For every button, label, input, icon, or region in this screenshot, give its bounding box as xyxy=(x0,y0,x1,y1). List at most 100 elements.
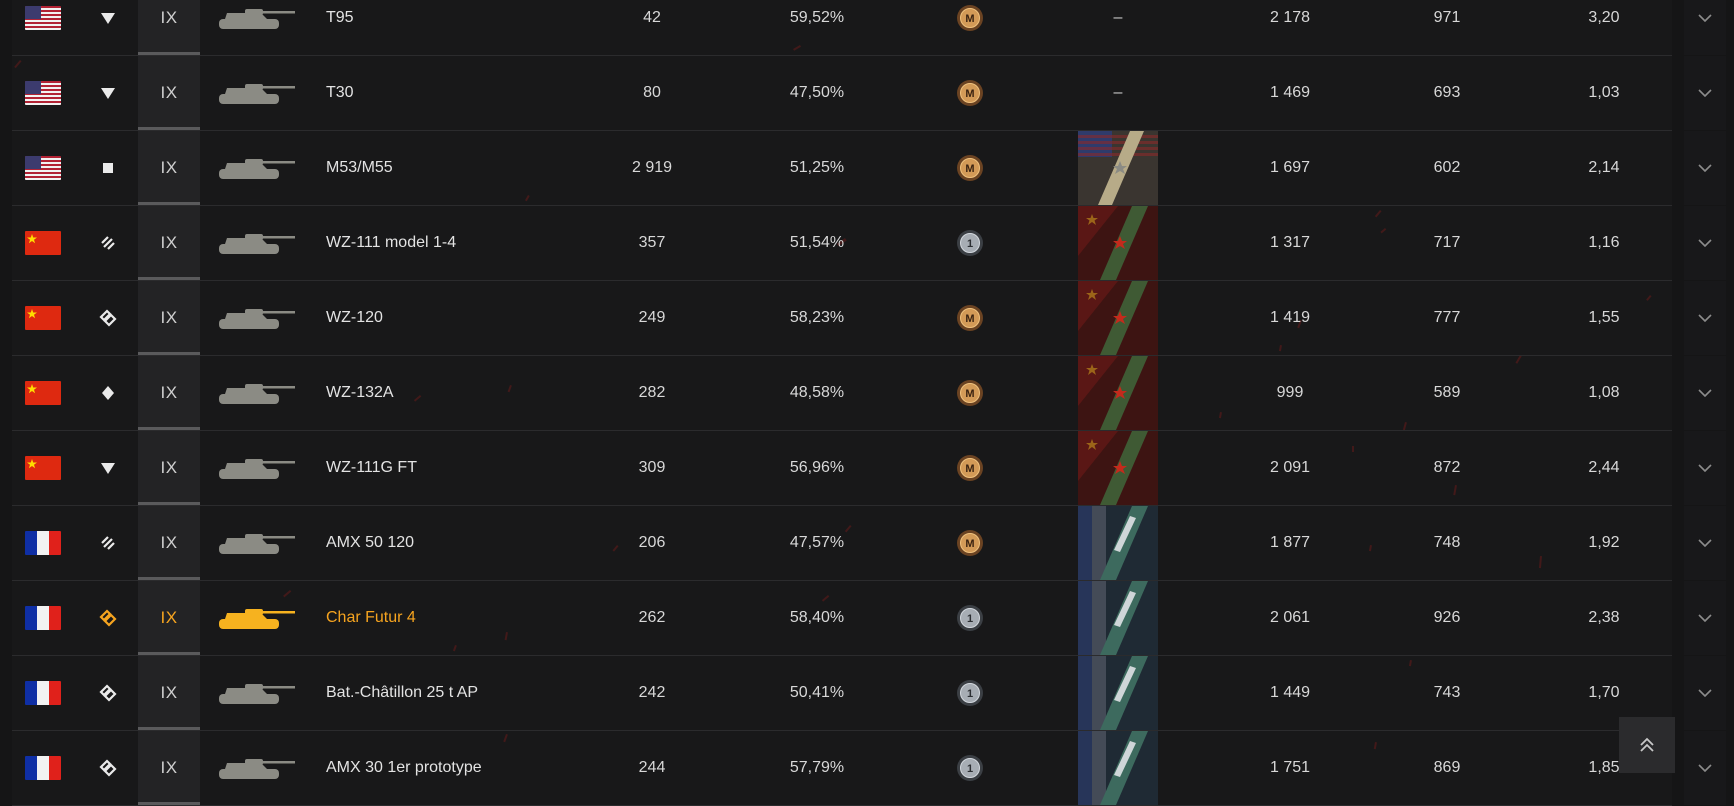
china-marks-of-excellence xyxy=(1078,281,1158,355)
average-xp: 717 xyxy=(1433,234,1461,251)
kill-death-ratio: 2,44 xyxy=(1588,459,1620,476)
medium-tank-icon xyxy=(96,731,120,805)
win-rate: 58,40% xyxy=(789,609,845,626)
tier-label: IX xyxy=(138,656,200,730)
china-flag-icon xyxy=(25,306,61,330)
heavy-tank-icon xyxy=(96,56,120,130)
vehicle-name: WZ-132A xyxy=(326,384,394,401)
tier-label: IX xyxy=(138,131,200,205)
vehicle-stats-table: IX T95 42 59,52% M – 2 178 971 3,20 IX T30 80 47,50%… xyxy=(12,0,1726,806)
tank-silhouette-icon xyxy=(217,731,307,805)
win-rate: 51,54% xyxy=(789,234,845,251)
svg-text:M: M xyxy=(965,163,974,175)
kill-death-ratio: 1,03 xyxy=(1588,84,1620,101)
kill-death-ratio: 2,38 xyxy=(1588,609,1620,626)
tank-silhouette-icon xyxy=(217,506,307,580)
expand-row-button[interactable] xyxy=(1684,506,1726,580)
vehicle-name: T95 xyxy=(326,9,354,26)
svg-text:M: M xyxy=(965,88,974,100)
expand-row-button[interactable] xyxy=(1684,356,1726,430)
france-flag-icon xyxy=(25,531,61,555)
france-flag-icon xyxy=(25,606,61,630)
kill-death-ratio: 1,92 xyxy=(1588,534,1620,551)
mastery-badge-1-icon: 1 xyxy=(950,731,990,805)
scroll-to-top-button[interactable] xyxy=(1619,717,1675,773)
kill-death-ratio: 2,14 xyxy=(1588,159,1620,176)
china-marks-of-excellence xyxy=(1078,206,1158,280)
france-marks-of-excellence xyxy=(1078,506,1158,580)
tier-label: IX xyxy=(138,0,200,55)
win-rate: 58,23% xyxy=(789,309,845,326)
vehicle-row[interactable]: IX WZ-132A 282 48,58% M 999 589 1,08 xyxy=(12,356,1726,431)
win-rate: 47,57% xyxy=(789,534,845,551)
expand-row-button[interactable] xyxy=(1684,206,1726,280)
mastery-badge-m-icon: M xyxy=(950,56,990,130)
china-marks-of-excellence xyxy=(1078,356,1158,430)
expand-row-button[interactable] xyxy=(1684,56,1726,130)
vehicle-name: Bat.-Châtillon 25 t AP xyxy=(326,684,479,701)
tank-silhouette-icon xyxy=(217,131,307,205)
vehicle-name: AMX 30 1er prototype xyxy=(326,759,482,776)
expand-row-button[interactable] xyxy=(1684,581,1726,655)
expand-row-button[interactable] xyxy=(1684,431,1726,505)
svg-text:1: 1 xyxy=(967,763,973,775)
tier-label: IX xyxy=(138,206,200,280)
kill-death-ratio: 1,08 xyxy=(1588,384,1620,401)
vehicle-name: WZ-111G FT xyxy=(326,459,417,476)
svg-text:M: M xyxy=(965,463,974,475)
battles-count: 242 xyxy=(638,684,666,701)
average-damage: 1 419 xyxy=(1269,309,1311,326)
vehicle-row[interactable]: IX Bat.-Châtillon 25 t AP 242 50,41% 1 1 449 7… xyxy=(12,656,1726,731)
france-flag-icon xyxy=(25,681,61,705)
vehicle-row[interactable]: IX AMX 50 120 206 47,57% M 1 877 748 1,92 xyxy=(12,506,1726,581)
battles-count: 206 xyxy=(638,534,666,551)
tier-label: IX xyxy=(138,431,200,505)
artillery-icon xyxy=(96,131,120,205)
vehicle-row[interactable]: IX T95 42 59,52% M – 2 178 971 3,20 xyxy=(12,0,1726,56)
tank-silhouette-icon xyxy=(217,281,307,355)
marks-of-excellence-value: – xyxy=(1113,9,1123,26)
battles-count: 244 xyxy=(638,759,666,776)
heavy-tank-icon xyxy=(96,506,120,580)
average-damage: 1 751 xyxy=(1269,759,1311,776)
vehicle-name: AMX 50 120 xyxy=(326,534,415,551)
tank-silhouette-icon xyxy=(217,581,307,655)
svg-text:M: M xyxy=(965,388,974,400)
expand-row-button[interactable] xyxy=(1684,731,1726,805)
vehicle-row[interactable]: IX WZ-111G FT 309 56,96% M 2 091 872 2,44 xyxy=(12,431,1726,506)
kill-death-ratio: 3,20 xyxy=(1588,9,1620,26)
average-damage: 2 178 xyxy=(1269,9,1311,26)
vehicle-row[interactable]: IX Char Futur 4 262 58,40% 1 2 061 926 2,38 xyxy=(12,581,1726,656)
mastery-badge-m-icon: M xyxy=(950,281,990,355)
chevron-down-icon xyxy=(1698,239,1712,247)
chevron-down-icon xyxy=(1698,314,1712,322)
heavy-tank-icon xyxy=(96,206,120,280)
heavy-tank-icon xyxy=(96,0,120,55)
win-rate: 57,79% xyxy=(789,759,845,776)
vehicle-row[interactable]: IX WZ-111 model 1-4 357 51,54% 1 1 317 717 1,16 xyxy=(12,206,1726,281)
expand-row-button[interactable] xyxy=(1684,0,1726,55)
france-marks-of-excellence xyxy=(1078,581,1158,655)
expand-row-button[interactable] xyxy=(1684,131,1726,205)
chevron-down-icon xyxy=(1698,464,1712,472)
tank-silhouette-icon xyxy=(217,206,307,280)
vehicle-row[interactable]: IX WZ-120 249 58,23% M 1 419 777 1,55 xyxy=(12,281,1726,356)
kill-death-ratio: 1,16 xyxy=(1588,234,1620,251)
expand-row-button[interactable] xyxy=(1684,281,1726,355)
marks-of-excellence: – xyxy=(1078,56,1158,130)
vehicle-name: M53/M55 xyxy=(326,159,393,176)
medium-tank-icon xyxy=(96,656,120,730)
battles-count: 2 919 xyxy=(631,159,673,176)
svg-text:M: M xyxy=(965,538,974,550)
kill-death-ratio: 1,55 xyxy=(1588,309,1620,326)
tier-label: IX xyxy=(138,281,200,355)
vehicle-row[interactable]: IX M53/M55 2 919 51,25% M 1 697 602 2,14 xyxy=(12,131,1726,206)
usa-marks-of-excellence xyxy=(1078,131,1158,205)
tank-destroyer-icon xyxy=(96,431,120,505)
expand-row-button[interactable] xyxy=(1684,656,1726,730)
tank-silhouette-icon xyxy=(217,656,307,730)
france-flag-icon xyxy=(25,756,61,780)
usa-flag-icon xyxy=(25,156,61,180)
vehicle-row[interactable]: IX AMX 30 1er prototype 244 57,79% 1 1 751 869… xyxy=(12,731,1726,806)
vehicle-row[interactable]: IX T30 80 47,50% M – 1 469 693 1,03 xyxy=(12,56,1726,131)
